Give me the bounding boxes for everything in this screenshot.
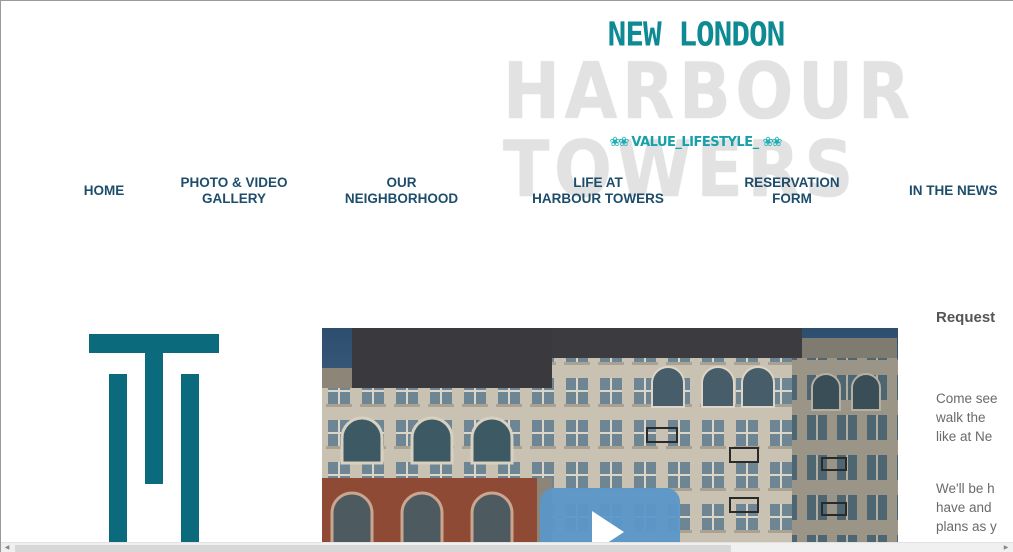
nav-item-label: FORM: [772, 191, 812, 206]
logo-tagline: ❀❀ VALUE_LIFESTYLE_ ❀❀: [545, 135, 845, 150]
scroll-right-arrow-icon[interactable]: ▶: [1001, 544, 1011, 552]
nav-item-photo-video-gallery[interactable]: PHOTO & VIDEO GALLERY: [169, 175, 299, 207]
nav-item-label: HARBOUR TOWERS: [532, 191, 664, 206]
sidebar-paragraph-1: Come see walk the like at Ne: [936, 389, 998, 446]
nav-item-label: OUR: [386, 175, 417, 190]
scrollbar-thumb[interactable]: [15, 545, 731, 552]
text-line: Come see: [936, 391, 998, 406]
nav-item-label: RESERVATION: [744, 175, 840, 190]
page: NEW LONDON HARBOUR TOWERS ❀❀ VALUE_LIFES…: [0, 0, 1013, 552]
nav-item-label: LIFE AT: [573, 175, 623, 190]
nav-item-label: GALLERY: [202, 191, 266, 206]
nav-item-reservation-form[interactable]: RESERVATION FORM: [729, 175, 855, 207]
logo-tagline-text: VALUE_LIFESTYLE_: [631, 135, 759, 150]
text-line: walk the: [936, 410, 986, 425]
nav-item-label: NEIGHBORHOOD: [344, 191, 459, 206]
text-line: We'll be h: [936, 481, 995, 496]
sidebar-paragraph-2: We'll be h have and plans as y: [936, 479, 997, 536]
nav-item-label: IN THE NEWS: [909, 183, 998, 198]
nav-item-in-the-news[interactable]: IN THE NEWS: [909, 183, 1013, 199]
text-line: have and: [936, 500, 992, 515]
promo-video-player[interactable]: [322, 328, 898, 552]
flourish-right-icon: ❀❀: [762, 135, 783, 150]
site-logo[interactable]: NEW LONDON HARBOUR TOWERS ❀❀ VALUE_LIFES…: [501, 11, 910, 208]
flourish-left-icon: ❀❀: [609, 135, 630, 150]
text-line: plans as y: [936, 519, 997, 534]
sidebar-heading: Request: [936, 309, 996, 326]
building-rendering-image: [322, 328, 898, 552]
brand-monogram-icon: [89, 334, 219, 552]
nav-item-label: HOME: [83, 183, 125, 198]
request-sidebar: Request Come see walk the like at Ne We'…: [936, 309, 1013, 542]
nav-item-life-at-harbour-towers[interactable]: LIFE AT HARBOUR TOWERS: [519, 175, 677, 207]
nav-item-home[interactable]: HOME: [79, 183, 129, 199]
horizontal-scrollbar[interactable]: ◀ ▶: [1, 542, 1013, 552]
main-nav: HOME PHOTO & VIDEO GALLERY OUR NEIGHBORH…: [1, 175, 1013, 215]
text-line: like at Ne: [936, 429, 993, 444]
scroll-left-arrow-icon[interactable]: ◀: [2, 544, 12, 552]
nav-item-label: PHOTO & VIDEO: [180, 175, 288, 190]
nav-item-our-neighborhood[interactable]: OUR NEIGHBORHOOD: [334, 175, 469, 207]
